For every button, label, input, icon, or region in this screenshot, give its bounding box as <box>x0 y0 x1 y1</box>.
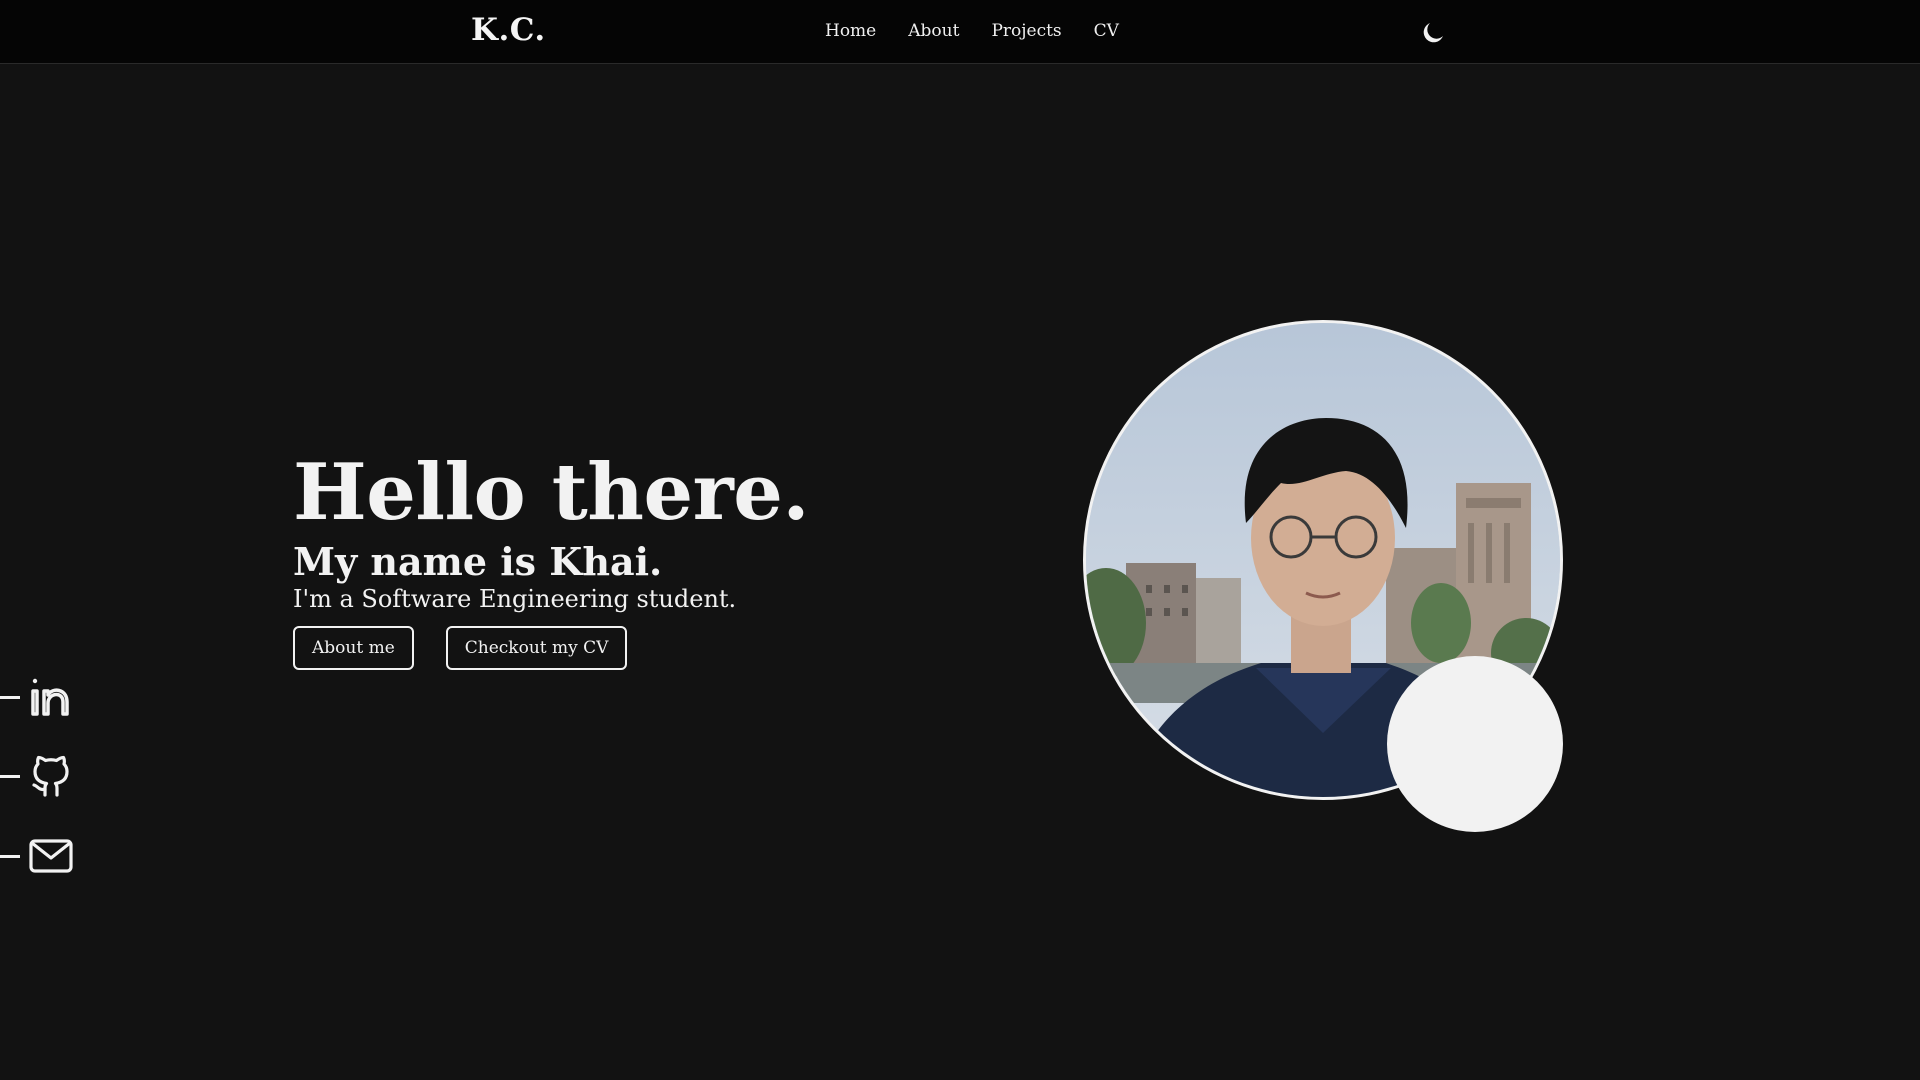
hero-title: Hello there. <box>293 447 810 538</box>
social-dash <box>0 854 20 858</box>
email-link[interactable] <box>0 831 80 881</box>
social-dash <box>0 774 20 778</box>
main-nav: Home About Projects CV <box>825 21 1119 41</box>
about-me-button[interactable]: About me <box>293 625 414 670</box>
moon-icon <box>1423 23 1443 43</box>
nav-projects[interactable]: Projects <box>991 21 1061 41</box>
mail-icon <box>28 833 74 879</box>
hero-section: Hello there. My name is Khai. I'm a Soft… <box>293 447 810 670</box>
navbar: K.C. Home About Projects CV <box>0 0 1920 64</box>
hero-subtitle: My name is Khai. <box>293 538 663 584</box>
checkout-cv-button[interactable]: Checkout my CV <box>445 625 628 670</box>
site-logo[interactable]: K.C. <box>471 12 546 48</box>
github-icon <box>28 753 74 799</box>
github-link[interactable] <box>0 751 80 801</box>
social-dash <box>0 695 20 699</box>
nav-home[interactable]: Home <box>825 21 876 41</box>
linkedin-link[interactable] <box>0 672 80 722</box>
nav-about[interactable]: About <box>908 21 959 41</box>
theme-toggle-button[interactable] <box>1420 20 1446 46</box>
hero-description: I'm a Software Engineering student. <box>293 584 737 613</box>
hero-buttons: About me Checkout my CV <box>293 625 809 670</box>
linkedin-icon <box>28 674 74 720</box>
nav-cv[interactable]: CV <box>1094 21 1119 41</box>
decorative-circle <box>1387 656 1563 832</box>
